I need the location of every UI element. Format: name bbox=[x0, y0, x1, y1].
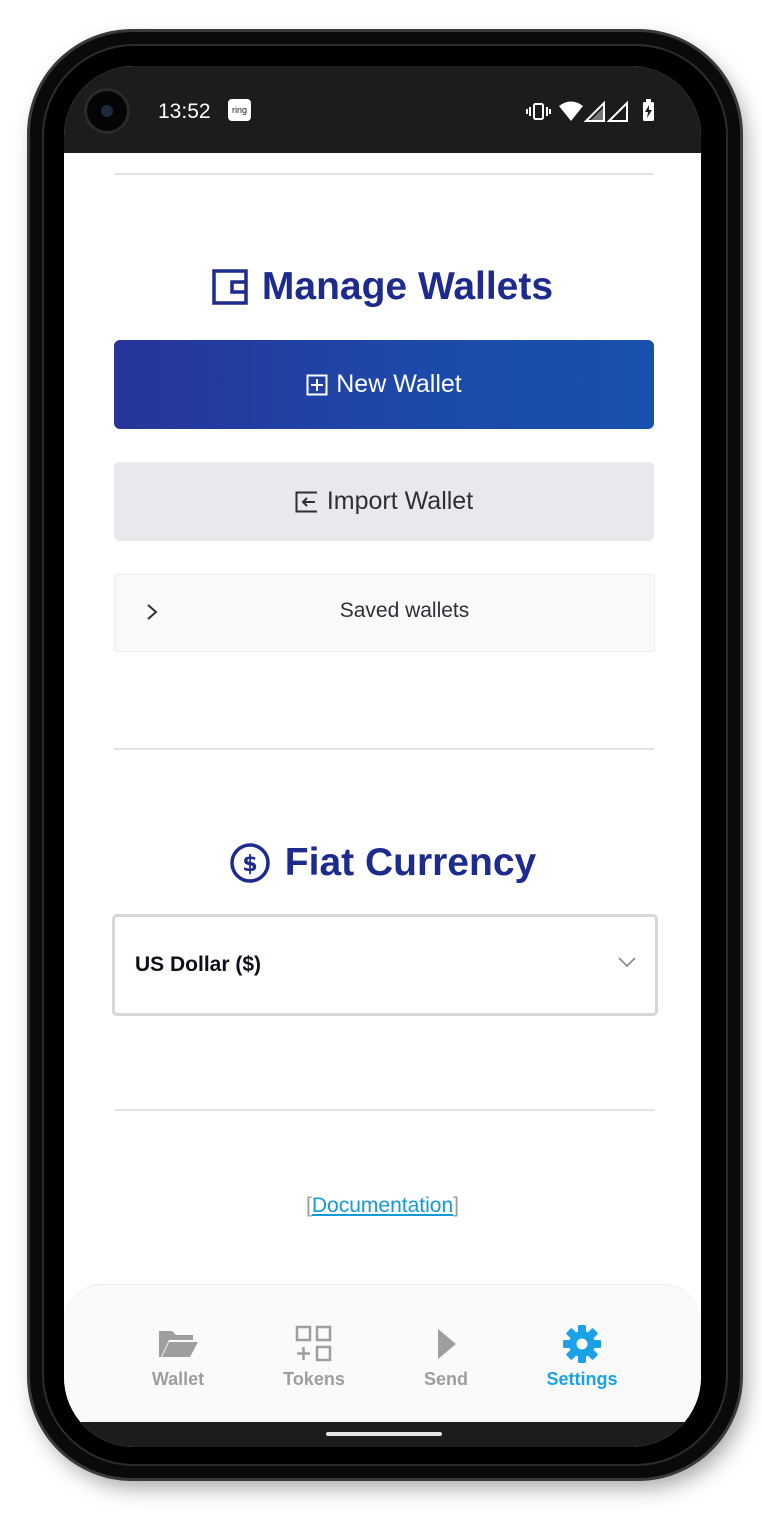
manage-wallets-heading: Manage Wallets bbox=[64, 262, 701, 312]
tab-wallet[interactable]: Wallet bbox=[118, 1323, 238, 1390]
status-time: 13:52 bbox=[158, 100, 211, 123]
fiat-currency-value: US Dollar ($) bbox=[135, 953, 262, 976]
saved-wallets-label: Saved wallets bbox=[339, 599, 470, 622]
play-icon bbox=[438, 1329, 456, 1359]
signal-icon bbox=[583, 100, 605, 122]
new-wallet-label: New Wallet bbox=[336, 370, 462, 398]
documentation-close-bracket: ] bbox=[453, 1194, 459, 1217]
tab-settings-label: Settings bbox=[546, 1369, 618, 1389]
plus-square-icon bbox=[306, 374, 328, 395]
camera-icon bbox=[84, 88, 130, 134]
fiat-currency-heading: $ Fiat Currency bbox=[64, 838, 701, 888]
dollar-circle-icon: $ bbox=[230, 843, 270, 883]
manage-wallets-title: Manage Wallets bbox=[261, 265, 554, 308]
bottom-tab-bar: Wallet Tokens Send Settings bbox=[64, 1284, 701, 1425]
gear-icon bbox=[563, 1325, 601, 1363]
tab-send[interactable]: Send bbox=[386, 1323, 506, 1390]
tab-wallet-label: Wallet bbox=[151, 1369, 205, 1389]
tab-settings[interactable]: Settings bbox=[522, 1323, 642, 1390]
chevron-down-icon bbox=[618, 957, 636, 968]
new-wallet-button[interactable]: New Wallet bbox=[114, 340, 654, 429]
status-icons bbox=[526, 99, 654, 122]
wallet-icon bbox=[212, 269, 248, 305]
import-icon bbox=[295, 491, 317, 512]
svg-text:$: $ bbox=[242, 852, 257, 877]
tab-send-label: Send bbox=[423, 1369, 468, 1389]
app-screen: 13:52 ring Manage Wallets New Wallet Imp… bbox=[64, 66, 701, 1447]
section-divider bbox=[115, 1109, 655, 1111]
battery-charging-icon bbox=[643, 99, 654, 121]
import-wallet-label: Import Wallet bbox=[326, 487, 474, 515]
home-indicator[interactable] bbox=[326, 1432, 442, 1436]
fiat-currency-select[interactable]: US Dollar ($) bbox=[112, 914, 658, 1016]
import-wallet-button[interactable]: Import Wallet bbox=[114, 462, 654, 541]
status-bar: 13:52 ring bbox=[64, 66, 701, 153]
documentation-link[interactable]: Documentation bbox=[312, 1194, 453, 1217]
section-divider bbox=[114, 173, 654, 175]
fiat-currency-title: Fiat Currency bbox=[284, 841, 537, 884]
signal-icon bbox=[606, 100, 628, 122]
saved-wallets-expander[interactable]: Saved wallets bbox=[114, 574, 655, 652]
folder-icon bbox=[159, 1331, 198, 1357]
documentation-row: [Documentation] bbox=[64, 1194, 701, 1218]
wifi-icon bbox=[559, 101, 583, 121]
tab-tokens-label: Tokens bbox=[283, 1369, 345, 1389]
ring-notification-icon: ring bbox=[228, 99, 251, 121]
tab-tokens[interactable]: Tokens bbox=[254, 1323, 374, 1390]
vibrate-icon bbox=[526, 103, 551, 120]
grid-plus-icon bbox=[295, 1325, 332, 1362]
section-divider bbox=[114, 748, 654, 750]
